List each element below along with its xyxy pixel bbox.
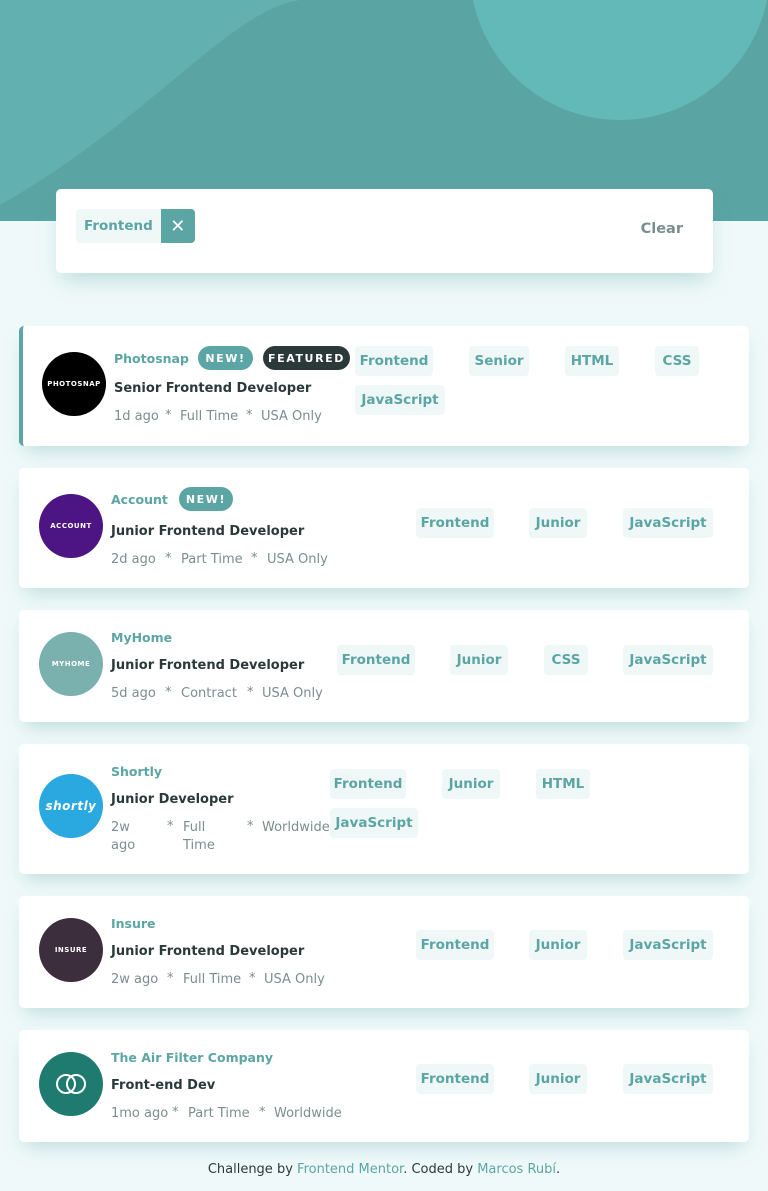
filter-bar: Frontend ✕ Clear — [56, 189, 713, 273]
tag-frontend[interactable]: Frontend — [337, 645, 415, 675]
job-card: The Air Filter Company Front-end Dev 1mo… — [19, 1030, 749, 1142]
tag-junior[interactable]: Junior — [529, 930, 587, 960]
footer-prefix: Challenge by — [207, 1162, 293, 1177]
job-card: PHOTOSNAP Photosnap NEW! FEATURED Senior… — [19, 326, 749, 446]
air-filter-logo-icon — [56, 1074, 86, 1094]
separator: * — [247, 819, 254, 834]
position-title[interactable]: Front-end Dev — [111, 1078, 215, 1093]
company-logo: INSURE — [39, 918, 103, 982]
tag-junior[interactable]: Junior — [529, 1064, 587, 1094]
position-title[interactable]: Junior Frontend Developer — [111, 524, 304, 539]
separator: * — [259, 1105, 266, 1120]
tag-frontend[interactable]: Frontend — [416, 1064, 494, 1094]
company-logo: ACCOUNT — [39, 494, 103, 558]
footer-middle: . Coded by — [403, 1162, 474, 1177]
featured-badge: FEATURED — [263, 346, 350, 370]
posted-at: 1d ago — [114, 409, 159, 424]
footer-suffix: . — [556, 1162, 561, 1177]
separator: * — [165, 685, 172, 700]
position-title[interactable]: Junior Frontend Developer — [111, 658, 304, 673]
contract-type: Full Time — [183, 820, 215, 853]
company-name: Account — [111, 492, 168, 507]
separator: * — [172, 1105, 179, 1120]
tag-junior[interactable]: Junior — [442, 769, 500, 799]
tag-javascript[interactable]: JavaScript — [623, 930, 713, 960]
contract-type: Full Time — [180, 409, 239, 424]
tag-senior[interactable]: Senior — [469, 346, 529, 376]
logo-text: shortly — [45, 799, 97, 813]
company-name: Photosnap — [114, 351, 189, 366]
tag-frontend[interactable]: Frontend — [416, 930, 494, 960]
job-card: shortly Shortly Junior Developer 2w ago … — [19, 744, 749, 874]
location: USA Only — [267, 552, 328, 567]
tag-junior[interactable]: Junior — [529, 508, 587, 538]
new-badge: NEW! — [179, 487, 233, 511]
job-card: ACCOUNT Account NEW! Junior Frontend Dev… — [19, 468, 749, 588]
separator: * — [165, 551, 172, 566]
tag-junior[interactable]: Junior — [450, 645, 508, 675]
contract-type: Part Time — [188, 1106, 250, 1121]
tag-css[interactable]: CSS — [655, 346, 699, 376]
company-name: Shortly — [111, 764, 163, 779]
position-title[interactable]: Senior Frontend Developer — [114, 381, 311, 396]
separator: * — [165, 408, 172, 423]
separator: * — [249, 971, 256, 986]
location: USA Only — [261, 409, 322, 424]
position-title[interactable]: Junior Frontend Developer — [111, 944, 304, 959]
filter-chip-label: Frontend — [76, 209, 161, 243]
separator: * — [167, 819, 174, 834]
contract-type: Full Time — [183, 972, 242, 987]
clear-button[interactable]: Clear — [641, 221, 683, 237]
separator: * — [246, 408, 253, 423]
logo-text: ACCOUNT — [50, 522, 92, 530]
company-logo: PHOTOSNAP — [42, 352, 106, 416]
job-card: MYHOME MyHome Junior Frontend Developer … — [19, 610, 749, 722]
position-title[interactable]: Junior Developer — [111, 792, 234, 807]
contract-type: Part Time — [181, 552, 243, 567]
remove-filter-button[interactable]: ✕ — [160, 209, 195, 243]
filter-chip: Frontend ✕ — [76, 209, 195, 243]
logo-text: MYHOME — [51, 660, 91, 668]
frontend-mentor-link[interactable]: Frontend Mentor — [297, 1162, 403, 1177]
posted-at: 5d ago — [111, 686, 156, 701]
tag-javascript[interactable]: JavaScript — [623, 1064, 713, 1094]
header-pattern — [0, 0, 768, 221]
location: Worldwide — [262, 820, 330, 835]
separator: * — [247, 685, 254, 700]
posted-at: 1mo ago — [111, 1106, 169, 1121]
company-logo: shortly — [39, 774, 103, 838]
tag-javascript[interactable]: JavaScript — [355, 385, 445, 415]
company-name: The Air Filter Company — [111, 1050, 274, 1065]
posted-at: 2d ago — [111, 552, 156, 567]
location: USA Only — [262, 686, 323, 701]
posted-at: 2w ago — [111, 820, 136, 853]
separator: * — [251, 551, 258, 566]
logo-text: INSURE — [54, 946, 88, 954]
tag-frontend[interactable]: Frontend — [355, 346, 433, 376]
company-logo: MYHOME — [39, 632, 103, 696]
tag-html[interactable]: HTML — [565, 346, 619, 376]
header-banner — [0, 0, 768, 221]
job-card: INSURE Insure Junior Frontend Developer … — [19, 896, 749, 1008]
tag-frontend[interactable]: Frontend — [330, 769, 406, 799]
author-link[interactable]: Marcos Rubí — [477, 1162, 556, 1177]
location: Worldwide — [274, 1106, 342, 1121]
posted-at: 2w ago — [111, 972, 159, 987]
tag-frontend[interactable]: Frontend — [416, 508, 494, 538]
logo-text: PHOTOSNAP — [47, 380, 101, 388]
tag-javascript[interactable]: JavaScript — [623, 645, 713, 675]
tag-css[interactable]: CSS — [544, 645, 588, 675]
new-badge: NEW! — [198, 346, 253, 370]
company-name: MyHome — [111, 630, 173, 645]
company-name: Insure — [111, 916, 156, 931]
contract-type: Contract — [181, 686, 237, 701]
company-logo — [39, 1052, 103, 1116]
tag-javascript[interactable]: JavaScript — [623, 508, 713, 538]
tag-html[interactable]: HTML — [536, 769, 590, 799]
attribution-footer: Challenge by Frontend Mentor. Coded by M… — [0, 1162, 768, 1177]
tag-javascript[interactable]: JavaScript — [330, 808, 418, 838]
close-icon: ✕ — [170, 215, 186, 237]
separator: * — [167, 971, 174, 986]
location: USA Only — [264, 972, 325, 987]
